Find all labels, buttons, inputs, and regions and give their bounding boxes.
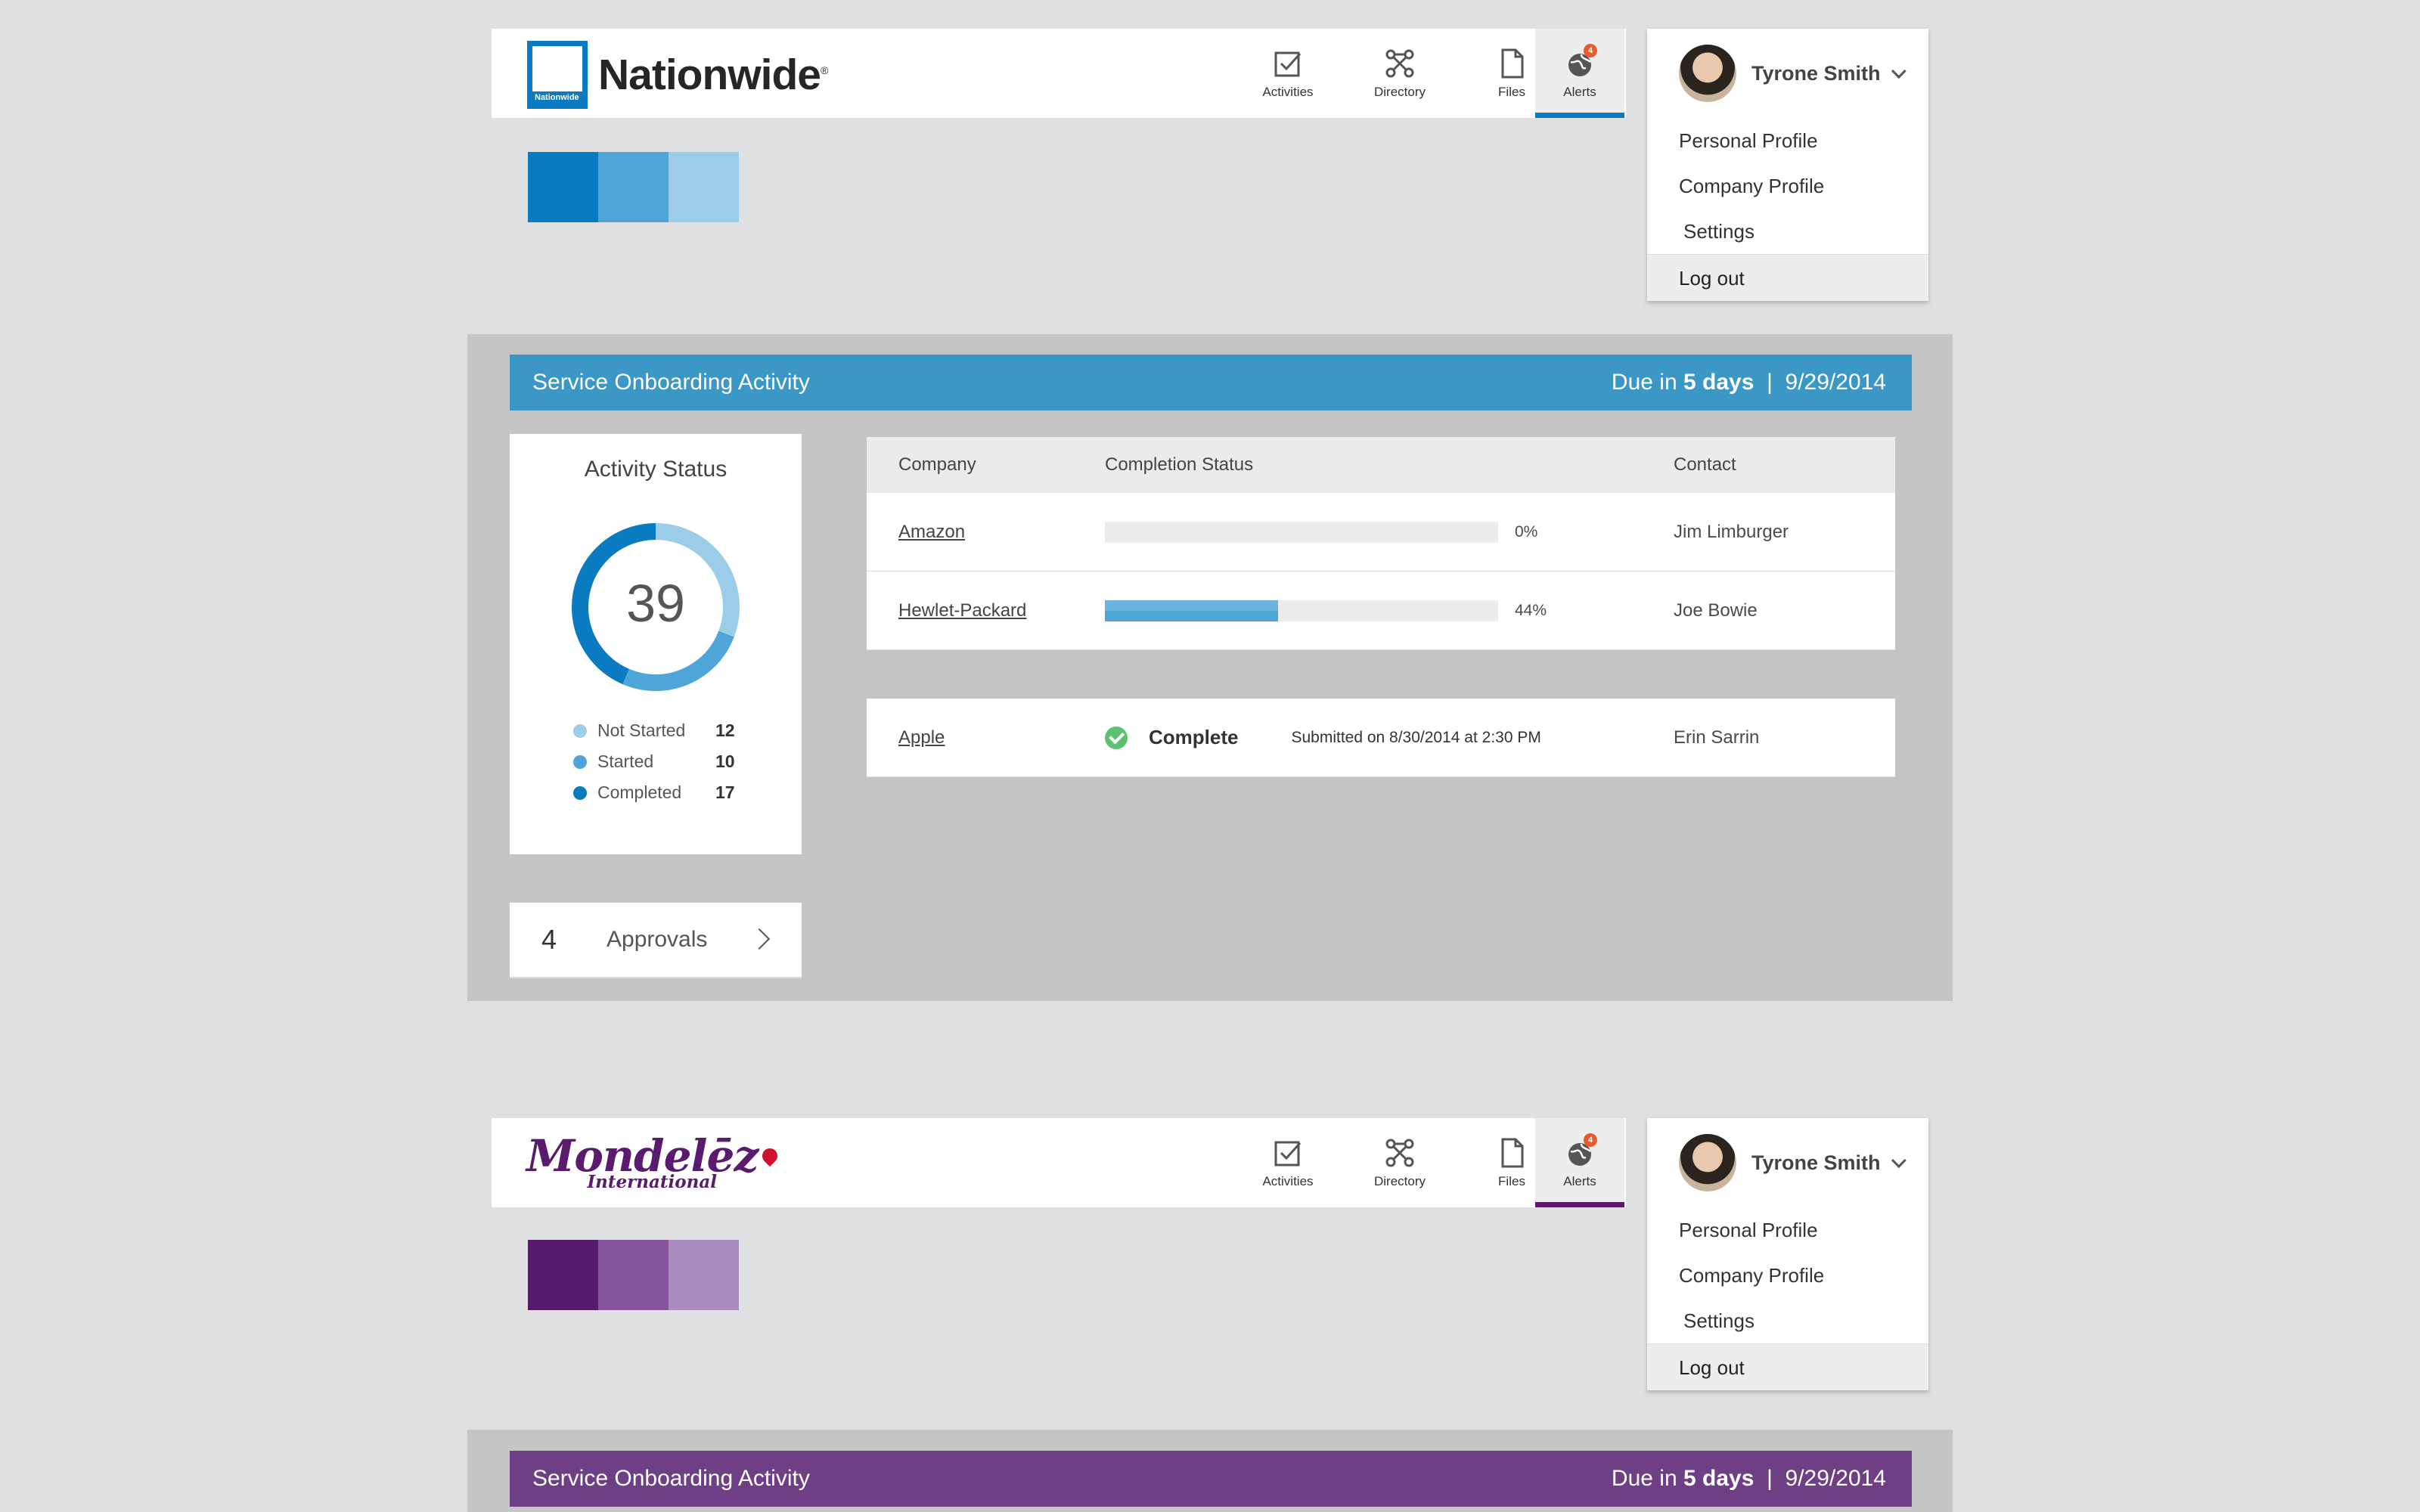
donut-total: 39 — [626, 574, 685, 633]
mondelez-logo[interactable]: Mondelēz International — [526, 1126, 781, 1198]
alerts-badge: 4 — [1584, 1133, 1597, 1147]
legend-completed: Completed 17 — [573, 777, 735, 808]
network-icon — [1385, 1139, 1414, 1167]
menu-personal-profile[interactable]: Personal Profile — [1647, 1207, 1928, 1253]
user-menu-toggle[interactable]: Tyrone Smith — [1647, 1118, 1928, 1207]
nav-alerts[interactable]: 4 Alerts — [1535, 29, 1624, 118]
header-nationwide: Nationwide Nationwide® Activities Direct… — [492, 29, 1626, 118]
color-swatch-secondary — [598, 152, 669, 222]
alerts-badge: 4 — [1584, 44, 1597, 57]
legend-started: Started 10 — [573, 746, 735, 777]
contact-name: Erin Sarrin — [1674, 727, 1760, 748]
nav-directory[interactable]: Directory — [1355, 1118, 1444, 1207]
color-swatch-primary — [528, 152, 598, 222]
table-header: Company Completion Status Contact — [867, 437, 1895, 493]
logo-drop-icon — [759, 1145, 781, 1167]
logout-button[interactable]: Log out — [1647, 254, 1928, 301]
nav-alerts[interactable]: 4 Alerts — [1535, 1118, 1624, 1207]
nationwide-logo-box: Nationwide — [527, 41, 588, 109]
nav-directory[interactable]: Directory — [1355, 29, 1444, 118]
avatar — [1679, 1134, 1736, 1191]
menu-company-profile[interactable]: Company Profile — [1647, 1253, 1928, 1298]
activity-legend: Not Started 12 Started 10 Completed 17 — [573, 715, 735, 808]
activity-status-card: Activity Status 39 Not Started 12 Started… — [510, 434, 802, 854]
approvals-card[interactable]: 4 Approvals — [510, 903, 802, 978]
activity-donut-chart: 39 — [572, 523, 740, 691]
table-row-completed: Apple Complete Submitted on 8/30/2014 at … — [867, 699, 1895, 777]
company-link[interactable]: Apple — [898, 727, 945, 748]
progress-bar — [1105, 521, 1498, 543]
checkbox-icon — [1274, 51, 1302, 77]
color-swatch-primary — [528, 1240, 598, 1310]
menu-personal-profile[interactable]: Personal Profile — [1647, 118, 1928, 163]
network-icon — [1385, 49, 1414, 78]
check-circle-icon — [1105, 726, 1128, 749]
company-table: Company Completion Status Contact Amazon… — [867, 437, 1895, 777]
section-title: Service Onboarding Activity — [532, 370, 810, 395]
chevron-down-icon — [1891, 1153, 1907, 1169]
nav-activities[interactable]: Activities — [1243, 1118, 1333, 1207]
progress-bar — [1105, 600, 1498, 621]
user-menu-toggle[interactable]: Tyrone Smith — [1647, 29, 1928, 118]
color-swatch-tertiary — [669, 152, 739, 222]
section-title-bar: Service Onboarding Activity Due in 5 day… — [510, 1451, 1912, 1507]
file-icon — [1501, 1138, 1524, 1168]
approvals-label: Approvals — [607, 927, 708, 952]
nav-activities[interactable]: Activities — [1243, 29, 1333, 118]
menu-settings[interactable]: Settings — [1647, 209, 1928, 254]
avatar — [1679, 45, 1736, 102]
section-title: Service Onboarding Activity — [532, 1466, 810, 1491]
table-row: Amazon 0% Jim Limburger — [867, 493, 1895, 572]
activity-status-title: Activity Status — [584, 457, 728, 482]
chevron-down-icon — [1891, 64, 1907, 79]
user-name: Tyrone Smith — [1751, 1151, 1881, 1174]
menu-company-profile[interactable]: Company Profile — [1647, 163, 1928, 209]
checkbox-icon — [1274, 1141, 1302, 1167]
logout-button[interactable]: Log out — [1647, 1343, 1928, 1390]
section-title-bar: Service Onboarding Activity Due in 5 day… — [510, 355, 1912, 411]
user-name: Tyrone Smith — [1751, 61, 1881, 85]
menu-settings[interactable]: Settings — [1647, 1298, 1928, 1343]
active-tab-indicator — [1535, 1202, 1624, 1207]
approvals-count: 4 — [541, 924, 557, 955]
color-swatch-tertiary — [669, 1240, 739, 1310]
onboarding-section-mondelez: Service Onboarding Activity Due in 5 day… — [467, 1430, 1953, 1512]
table-row: Hewlet-Packard 44% Joe Bowie — [867, 572, 1895, 650]
file-icon — [1501, 48, 1524, 79]
legend-not-started: Not Started 12 — [573, 715, 735, 746]
company-link[interactable]: Amazon — [898, 522, 965, 542]
header-mondelez: Mondelēz International Activities Direct… — [492, 1118, 1626, 1207]
due-info: Due in 5 days | 9/29/2014 — [1611, 370, 1886, 395]
contact-name: Jim Limburger — [1674, 521, 1789, 542]
user-menu-mondelez: Tyrone Smith Personal Profile Company Pr… — [1647, 1118, 1928, 1390]
contact-name: Joe Bowie — [1674, 600, 1758, 621]
user-menu-nationwide: Tyrone Smith Personal Profile Company Pr… — [1647, 29, 1928, 301]
active-tab-indicator — [1535, 113, 1624, 118]
nationwide-logo[interactable]: Nationwide Nationwide® — [527, 41, 828, 109]
due-info: Due in 5 days | 9/29/2014 — [1611, 1466, 1886, 1491]
color-swatch-secondary — [598, 1240, 669, 1310]
company-link[interactable]: Hewlet-Packard — [898, 600, 1026, 621]
chevron-right-icon — [748, 928, 771, 950]
